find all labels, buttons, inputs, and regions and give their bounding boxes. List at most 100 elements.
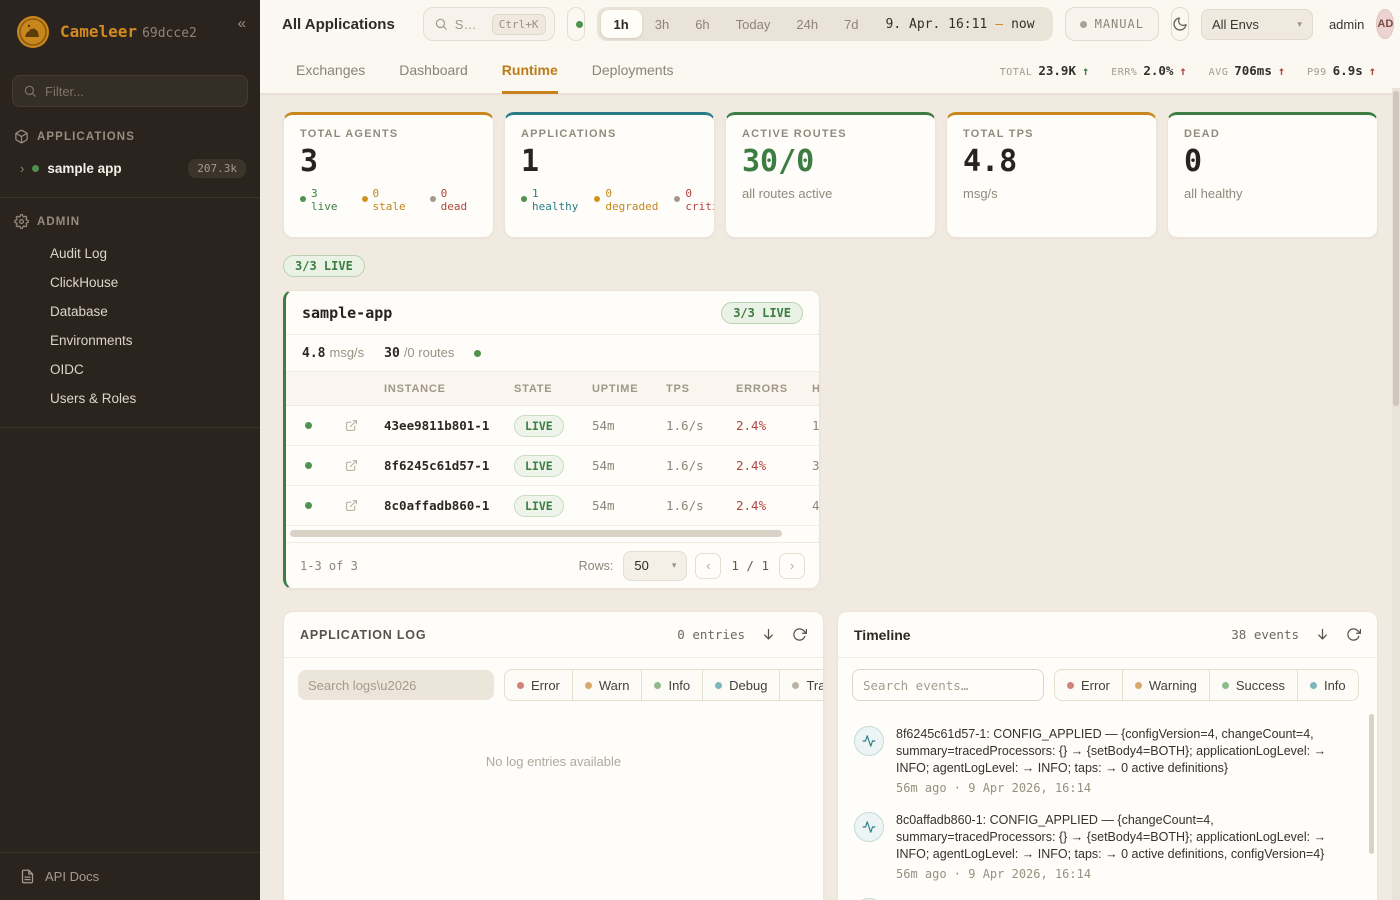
col-state: STATE <box>502 383 580 395</box>
filter-info[interactable]: Info <box>641 669 703 701</box>
time-span-to: now <box>1011 17 1034 32</box>
stat-value: 6.9s <box>1333 63 1363 78</box>
external-link-icon[interactable] <box>330 419 372 432</box>
sidebar-filter[interactable] <box>12 75 248 107</box>
sidebar-item-database[interactable]: Database <box>0 297 260 326</box>
filter-warning[interactable]: Warning <box>1122 669 1210 701</box>
external-link-icon[interactable] <box>330 459 372 472</box>
event-time: 56m ago · 9 Apr 2026, 16:14 <box>896 867 1348 881</box>
download-icon[interactable] <box>761 627 776 642</box>
sidebar-item-users-roles[interactable]: Users & Roles <box>0 384 260 413</box>
log-empty-message: No log entries available <box>284 754 823 769</box>
heap: 3 <box>800 458 820 473</box>
cameleer-logo-icon <box>16 15 50 49</box>
stat-label: AVG <box>1209 67 1229 78</box>
tab-exchanges[interactable]: Exchanges <box>296 48 365 94</box>
brand: Cameleer69dcce2 <box>60 22 197 42</box>
tab-runtime[interactable]: Runtime <box>502 48 558 94</box>
timeline-search-input[interactable] <box>852 669 1044 701</box>
env-select-value: All Envs <box>1212 17 1259 32</box>
timeline-event-list: 8f6245c61d57-1: CONFIG_APPLIED — {config… <box>838 712 1377 900</box>
table-row[interactable]: 43ee9811b801-1 LIVE 54m 1.6/s 2.4% 1 <box>286 406 820 446</box>
tab-deployments[interactable]: Deployments <box>592 48 674 94</box>
live-summary-row: 3/3 LIVE <box>283 255 1378 277</box>
warn-dot <box>585 682 592 689</box>
bottom-row: APPLICATION LOG 0 entries Error Warn Inf… <box>283 611 1378 900</box>
window-scrollbar[interactable] <box>1392 88 1400 900</box>
sidebar-item-clickhouse[interactable]: ClickHouse <box>0 268 260 297</box>
sidebar-collapse-icon[interactable]: « <box>238 15 246 32</box>
next-page-button[interactable]: › <box>779 553 805 579</box>
time-range-6h[interactable]: 6h <box>682 10 722 38</box>
time-range-24h[interactable]: 24h <box>783 10 831 38</box>
card-dead: DEAD 0 all healthy <box>1167 112 1378 238</box>
card-subtext: all routes active <box>742 186 919 201</box>
box-icon <box>14 129 29 144</box>
avatar[interactable]: AD <box>1376 9 1394 39</box>
refresh-icon[interactable] <box>792 627 807 642</box>
rows-per-page-select[interactable]: 50 ▾ <box>623 551 687 581</box>
topbar: All Applications Ctrl+K O 1h 3h 6h Today… <box>260 0 1400 48</box>
timeline-scrollbar-thumb[interactable] <box>1369 714 1374 854</box>
api-docs-label: API Docs <box>45 869 99 884</box>
filter-debug[interactable]: Debug <box>702 669 780 701</box>
filter-error[interactable]: Error <box>1054 669 1123 701</box>
global-search[interactable]: Ctrl+K <box>423 7 555 41</box>
sidebar-item-sample-app[interactable]: › sample app 207.3k <box>0 152 260 185</box>
external-link-icon[interactable] <box>330 499 372 512</box>
filter-trace[interactable]: Trace <box>779 669 824 701</box>
time-span-display[interactable]: 9. Apr. 16:11 — now <box>872 17 1049 32</box>
scrollbar-thumb[interactable] <box>290 530 782 537</box>
filter-error[interactable]: Error <box>504 669 573 701</box>
search-icon <box>23 84 37 98</box>
card-breakdown: 3live 0stale 0dead <box>300 187 477 213</box>
log-level-filters: Error Warn Info Debug Trace <box>504 669 824 701</box>
time-range-today[interactable]: Today <box>723 10 784 38</box>
scrollbar-thumb[interactable] <box>1393 91 1399 406</box>
tab-dashboard[interactable]: Dashboard <box>399 48 468 94</box>
manual-label: MANUAL <box>1095 17 1144 31</box>
live-summary-badge[interactable]: 3/3 LIVE <box>283 255 365 277</box>
search-input[interactable] <box>455 17 485 32</box>
env-select[interactable]: All Envs ▾ <box>1201 9 1313 40</box>
manual-refresh-button[interactable]: MANUAL <box>1065 7 1159 41</box>
prev-page-button[interactable]: ‹ <box>695 553 721 579</box>
activity-icon <box>854 812 884 842</box>
filter-success[interactable]: Success <box>1209 669 1298 701</box>
username: admin <box>1329 17 1364 32</box>
rows-per-page-value: 50 <box>634 558 648 573</box>
table-row[interactable]: 8f6245c61d57-1 LIVE 54m 1.6/s 2.4% 3 <box>286 446 820 486</box>
brand-name: Cameleer <box>60 22 137 41</box>
download-icon[interactable] <box>1315 627 1330 642</box>
log-panel-header: APPLICATION LOG 0 entries <box>284 612 823 658</box>
timeline-event[interactable]: 8f6245c61d57-1: CONFIG_APPLIED — {config… <box>854 726 1355 795</box>
refresh-icon[interactable] <box>1346 627 1361 642</box>
expand-chevron-icon[interactable]: › <box>20 161 24 176</box>
log-search-input[interactable] <box>298 670 494 700</box>
filter-warn[interactable]: Warn <box>572 669 643 701</box>
time-range-3h[interactable]: 3h <box>642 10 682 38</box>
online-status-pill[interactable]: O <box>567 7 585 41</box>
time-range-7d[interactable]: 7d <box>831 10 871 38</box>
horizontal-scrollbar[interactable] <box>288 529 817 539</box>
sidebar-item-oidc[interactable]: OIDC <box>0 355 260 384</box>
sidebar-item-environments[interactable]: Environments <box>0 326 260 355</box>
filter-info[interactable]: Info <box>1297 669 1359 701</box>
theme-toggle-button[interactable] <box>1171 7 1189 41</box>
timeline-event[interactable]: 8c0affadb860-1: CONFIG_APPLIED — {change… <box>854 812 1355 881</box>
sidebar-item-audit-log[interactable]: Audit Log <box>0 239 260 268</box>
card-active-routes: ACTIVE ROUTES 30/0 all routes active <box>725 112 936 238</box>
table-header: INSTANCE STATE UPTIME TPS ERRORS H <box>286 372 820 406</box>
uptime: 54m <box>580 458 654 473</box>
stat-stale: 0stale <box>362 187 406 213</box>
trend-up-icon: ↑ <box>1179 64 1186 78</box>
card-value: 3 <box>300 144 477 179</box>
time-range-1h[interactable]: 1h <box>601 10 642 38</box>
filter-input[interactable] <box>45 84 237 99</box>
log-entry-count: 0 entries <box>677 627 745 642</box>
tps: 1.6/s <box>654 418 724 433</box>
uptime: 54m <box>580 498 654 513</box>
timeline-header: Timeline 38 events <box>838 612 1377 658</box>
api-docs-link[interactable]: API Docs <box>0 852 260 900</box>
table-row[interactable]: 8c0affadb860-1 LIVE 54m 1.6/s 2.4% 4 <box>286 486 820 526</box>
